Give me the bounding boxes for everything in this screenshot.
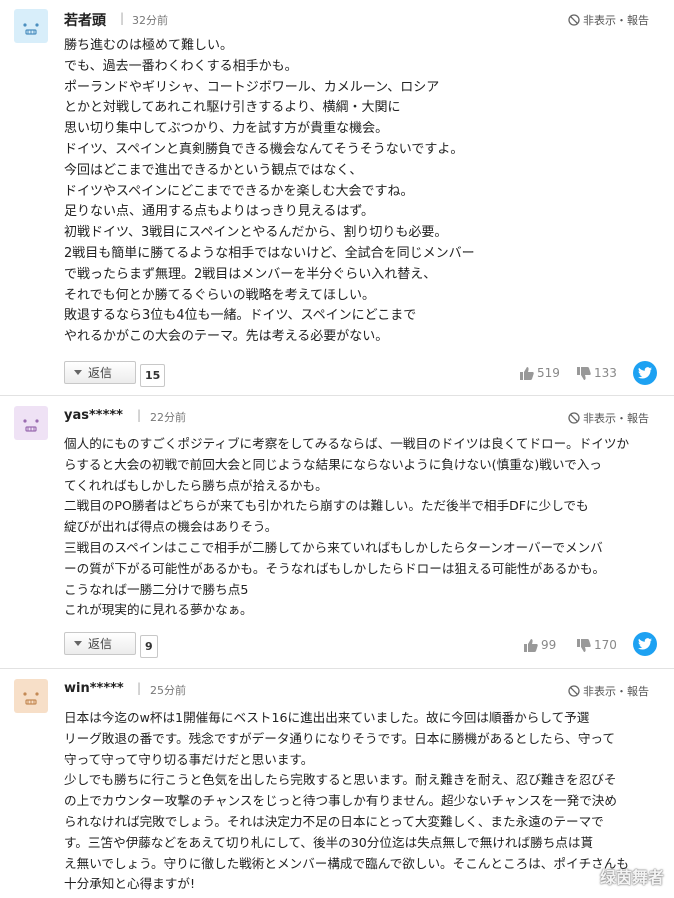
comment-line: 2戦目も簡単に勝てるような相手ではないけど、全試合を同じメンバー [64,245,475,261]
comment-body: 勝ち進むのは極めて難しい。 でも、過去一番わくわくする相手かも。 ポーランドやギ… [64,36,475,348]
thumbs-up-icon [520,366,534,380]
comment-line: 守って守って守り切る事だけだと思います。 [64,751,314,767]
comment-line: こうなれば一勝二分けで勝ち点5 [64,581,249,597]
twitter-icon [638,638,652,650]
thumbs-down-icon [577,366,591,380]
hide-report-label: 非表示・報告 [583,14,649,27]
comment-body: 個人的にものすごくポジティブに考察をしてみるならば、一戦目のドイツは良くてドロー… [64,434,629,621]
dislike-button[interactable]: 133 [577,366,617,380]
comment-line: の上でカウンター攻撃のチャンスをじっと待つ事しか有りません。超少ないチャンスを一… [64,793,617,809]
reply-count[interactable]: 15 [140,364,166,387]
ban-icon [568,14,580,26]
comment-line: らすると大会の初戦で前回大会と同じような結果にならないように負けない(慎重な)戦… [64,456,602,472]
timestamp: 32分前 [132,14,168,27]
comment-line: で戦ったらまず無理。2戦目はメンバーを半分ぐらい入れ替え、 [64,266,437,282]
thumbs-up-icon [524,638,538,652]
like-button[interactable]: 99 [524,638,556,652]
like-count: 519 [537,366,560,380]
hide-report-link[interactable]: 非表示・報告 [568,683,649,699]
comment-line: 足りない点、通用する点もよりはっきり見えるはず。 [64,204,375,220]
comment-line: リーグ敗退の番です。残念ですがデータ通りになりそうです。日本に勝機があるとしたら… [64,730,615,746]
comment-line: ドイツ、スペインと真剣勝負できる機会なんてそうそうないですよ。 [64,141,464,157]
username[interactable]: yas***** [64,408,123,423]
comment-line: てくれればもしかしたら勝ち点が拾えるかも。 [64,477,328,493]
comment-line: それでも何とか勝てるぐらいの戦略を考えてほしい。 [64,287,375,303]
comment-line: 綻びが出れば得点の機会はありそう。 [64,519,278,535]
avatar[interactable] [14,679,48,713]
separator: | [120,11,125,25]
comment-line: 二戦目のPO勝者はどちらが来ても引かれたら崩すのは難しい。ただ後半で相手DFに少… [64,498,589,514]
comment-line: ポーランドやギリシャ、コートジボワール、カメルーン、ロシア [64,79,440,95]
thumbs-down-icon [577,638,591,652]
username[interactable]: win***** [64,681,124,696]
like-button[interactable]: 519 [520,366,560,380]
comment-line: 少しでも勝ちに行こうと色気を出したら完敗すると思います。耐え難きを耐え、忍び難き… [64,772,617,788]
caret-down-icon [74,641,82,646]
comment-line: やれるかがこの大会のテーマ。先は考える必要がない。 [64,329,389,345]
comment-3: win***** | 25分前 非表示・報告 日本は今迄のw杯は1開催毎にベスト… [0,669,674,898]
comment-line: す。三笘や伊藤などをあえて切り札にして、後半の30分位迄は失点無しで無ければ勝ち… [64,834,594,850]
twitter-icon [638,367,652,379]
avatar[interactable] [14,406,48,440]
comment-line: とかと対戦してあれこれ駆け引きするより、横綱・大関に [64,100,401,116]
comment-line: これが現実的に見れる夢かなぁ。 [64,602,253,618]
hide-report-link[interactable]: 非表示・報告 [568,12,649,28]
comment-line: 初戦ドイツ、3戦目にスペインとやるんだから、割り切りも必要。 [64,225,448,241]
comment-line: 敗退するなら3位も4位も一緒。ドイツ、スペインにどこまで [64,308,417,324]
separator: | [137,681,142,695]
comment-body: 日本は今迄のw杯は1開催毎にベスト16に進出出来ていました。故に今回は順番からし… [64,708,629,895]
hide-report-label: 非表示・報告 [583,685,649,698]
timestamp: 22分前 [150,411,186,424]
comment-line: え無いでしょう。守りに徹した戦術とメンバー構成で臨んで欲しい。そこんところは、ポ… [64,855,629,871]
ban-icon [568,685,580,697]
reply-label: 返信 [88,637,113,651]
hide-report-label: 非表示・報告 [583,412,649,425]
comment-line: でも、過去一番わくわくする相手かも。 [64,58,298,74]
reply-count[interactable]: 9 [140,635,158,658]
ban-icon [568,412,580,424]
dislike-button[interactable]: 170 [577,638,617,652]
comment-1: 若者頭 | 32分前 非表示・報告 勝ち進むのは極めて難しい。 でも、過去一番わ… [0,0,674,396]
dislike-count: 133 [594,366,617,380]
comment-line: 今回はどこまで進出できるかという観点ではなく、 [64,162,363,178]
caret-down-icon [74,370,82,375]
watermark: 绿茵舞者 [599,868,664,887]
reply-label: 返信 [88,366,113,380]
comment-line: 勝ち進むのは極めて難しい。 [64,38,234,53]
comment-line: ドイツやスペインにどこまでできるかを楽しむ大会ですね。 [64,183,414,199]
separator: | [137,408,142,422]
dislike-count: 170 [594,638,617,652]
reply-button[interactable]: 返信 [64,361,136,384]
comment-line: 個人的にものすごくポジティブに考察をしてみるならば、一戦目のドイツは良くてドロー… [64,436,630,451]
like-count: 99 [541,638,557,652]
hide-report-link[interactable]: 非表示・報告 [568,410,649,426]
reply-button[interactable]: 返信 [64,632,136,655]
username[interactable]: 若者頭 [64,10,106,30]
timestamp: 25分前 [150,684,186,697]
twitter-share-button[interactable] [633,632,657,656]
comment-line: 三戦目のスペインはここで相手が二勝してから来ていればもしかしたらターンオーバーで… [64,539,603,555]
comment-line: ーの質が下がる可能性があるかも。そうなればもしかしたらドローは狙える可能性がある… [64,560,606,576]
twitter-share-button[interactable] [633,361,657,385]
comment-line: られなければ完敗でしょう。それは決定力不足の日本にとって大変難しく、また永遠のテ… [64,813,604,829]
comment-2: yas***** | 22分前 非表示・報告 個人的にものすごくポジティブに考察… [0,396,674,669]
comment-line: 十分承知と心得ますが! [64,876,195,892]
comment-line: 日本は今迄のw杯は1開催毎にベスト16に進出出来ていました。故に今回は順番からし… [64,710,590,725]
avatar[interactable] [14,9,48,43]
comment-line: 思い切り集中してぶつかり、力を試す方が貴重な機会。 [64,121,389,137]
